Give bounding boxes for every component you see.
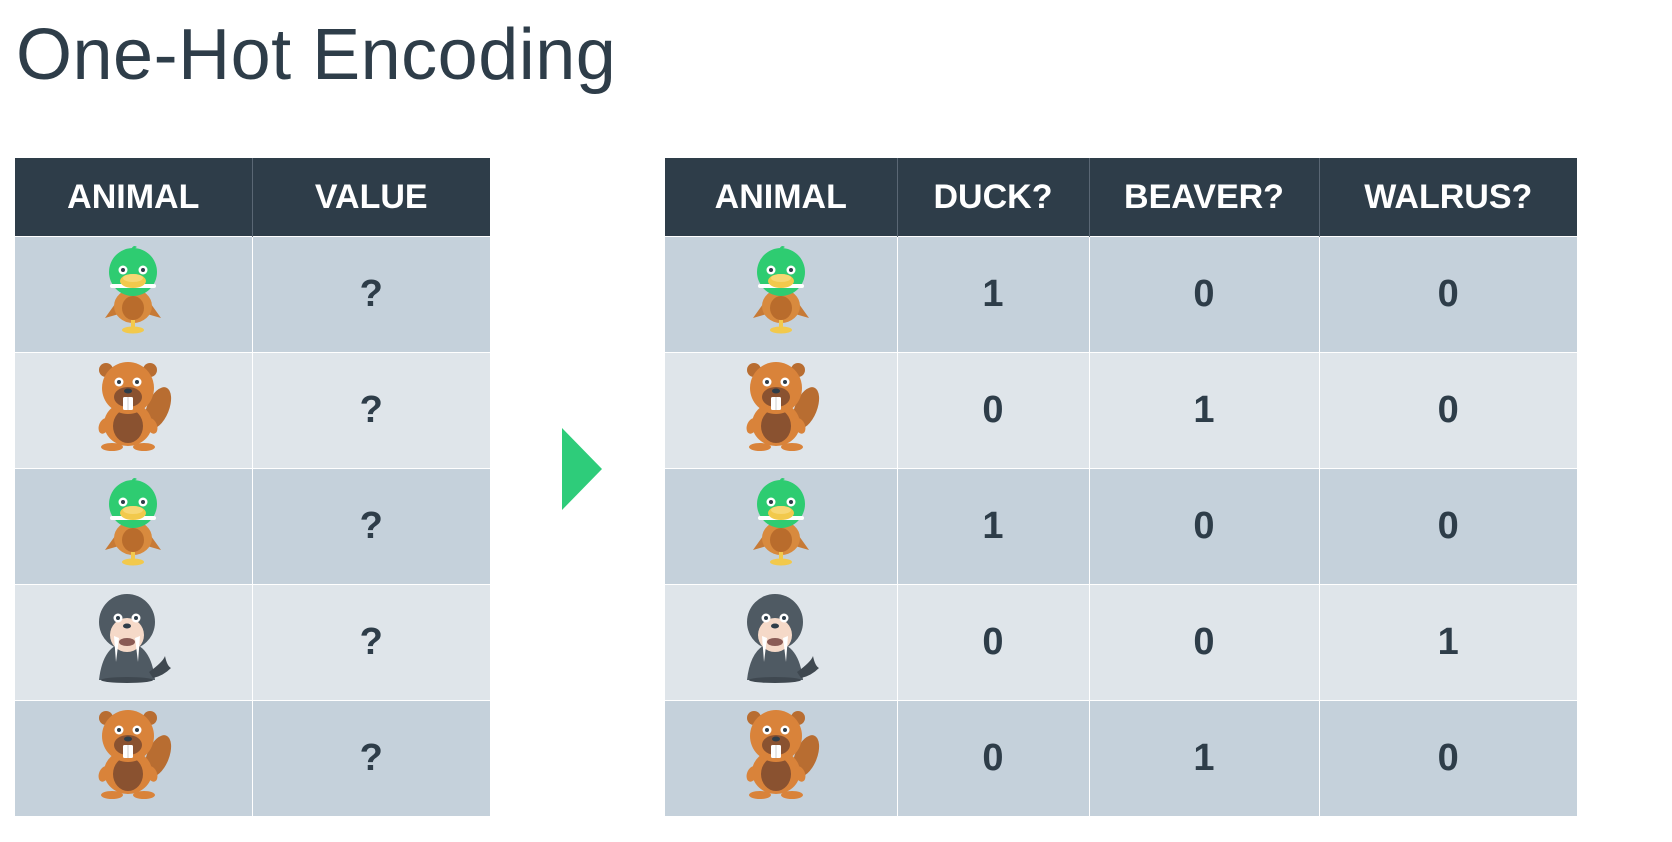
- beaver-cell: 1: [1088, 352, 1319, 469]
- table-header-row: ANIMAL VALUE: [15, 158, 490, 237]
- walrus-icon: [741, 592, 821, 694]
- animal-cell: [15, 700, 252, 816]
- header-animal: ANIMAL: [15, 158, 252, 237]
- table-row: 1 0 0: [665, 236, 1577, 353]
- table-row: ?: [15, 352, 490, 469]
- value-cell: ?: [251, 468, 490, 585]
- table-row: ?: [15, 700, 490, 816]
- input-table: ANIMAL VALUE ? ? ? ? ?: [15, 158, 490, 816]
- duck-cell: 1: [896, 236, 1089, 353]
- walrus-icon: [93, 592, 173, 694]
- header-duck: DUCK?: [896, 158, 1089, 237]
- beaver-cell: 0: [1088, 584, 1319, 701]
- animal-cell: [665, 584, 897, 701]
- animal-cell: [15, 468, 252, 585]
- table-row: 0 1 0: [665, 352, 1577, 469]
- beaver-cell: 0: [1088, 236, 1319, 353]
- walrus-cell: 1: [1318, 584, 1577, 701]
- duck-icon: [103, 244, 163, 346]
- animal-cell: [665, 236, 897, 353]
- table-row: 0 1 0: [665, 700, 1577, 816]
- table-row: 1 0 0: [665, 468, 1577, 585]
- beaver-icon: [740, 708, 822, 810]
- duck-icon: [751, 476, 811, 578]
- animal-cell: [15, 352, 252, 469]
- table-row: ?: [15, 236, 490, 353]
- walrus-cell: 0: [1318, 468, 1577, 585]
- animal-cell: [665, 700, 897, 816]
- value-cell: ?: [251, 700, 490, 816]
- beaver-icon: [92, 708, 174, 810]
- play-arrow-icon: [562, 428, 602, 510]
- beaver-icon: [92, 360, 174, 462]
- table-row: 0 0 1: [665, 584, 1577, 701]
- animal-cell: [665, 352, 897, 469]
- duck-cell: 1: [896, 468, 1089, 585]
- page-title: One-Hot Encoding: [16, 15, 617, 95]
- header-walrus: WALRUS?: [1318, 158, 1577, 237]
- value-cell: ?: [251, 352, 490, 469]
- walrus-cell: 0: [1318, 352, 1577, 469]
- duck-icon: [751, 244, 811, 346]
- one-hot-table: ANIMAL DUCK? BEAVER? WALRUS? 1 0 0 0 1 0…: [665, 158, 1577, 816]
- duck-cell: 0: [896, 352, 1089, 469]
- value-cell: ?: [251, 584, 490, 701]
- walrus-cell: 0: [1318, 700, 1577, 816]
- animal-cell: [665, 468, 897, 585]
- duck-cell: 0: [896, 584, 1089, 701]
- beaver-cell: 1: [1088, 700, 1319, 816]
- walrus-cell: 0: [1318, 236, 1577, 353]
- header-value: VALUE: [251, 158, 490, 237]
- duck-icon: [103, 476, 163, 578]
- duck-cell: 0: [896, 700, 1089, 816]
- table-row: ?: [15, 584, 490, 701]
- beaver-icon: [740, 360, 822, 462]
- table-row: ?: [15, 468, 490, 585]
- value-cell: ?: [251, 236, 490, 353]
- table-header-row: ANIMAL DUCK? BEAVER? WALRUS?: [665, 158, 1577, 237]
- header-beaver: BEAVER?: [1088, 158, 1319, 237]
- header-animal: ANIMAL: [665, 158, 897, 237]
- beaver-cell: 0: [1088, 468, 1319, 585]
- animal-cell: [15, 236, 252, 353]
- animal-cell: [15, 584, 252, 701]
